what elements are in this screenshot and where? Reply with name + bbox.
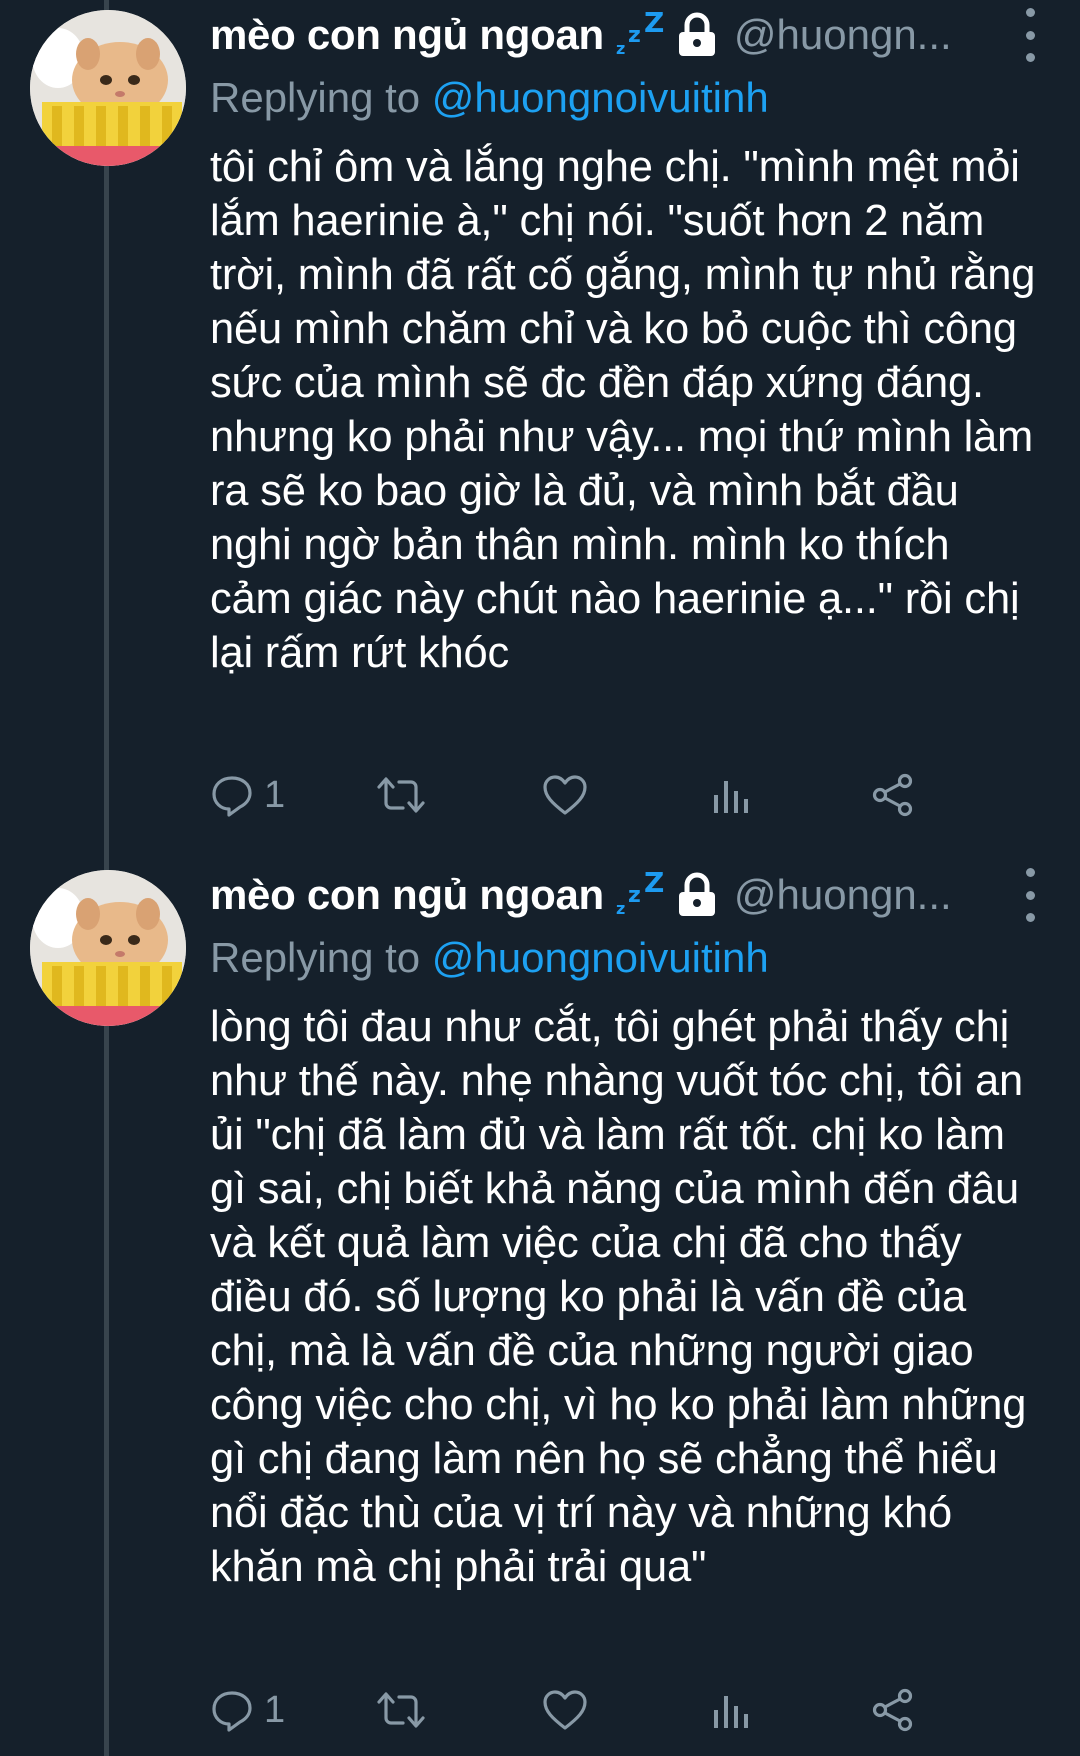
share-button[interactable]	[870, 1680, 916, 1740]
display-name[interactable]: mèo con ngủ ngoan	[210, 871, 604, 919]
tweet-text: tôi chỉ ôm và lắng nghe chị. "mình mệt m…	[210, 143, 1036, 677]
tweet-content: mèo con ngủ ngoan z z Z @huongn... Reply…	[210, 860, 1050, 1732]
like-icon	[543, 1690, 587, 1730]
user-handle[interactable]: @huongn...	[734, 871, 952, 919]
zzz-icon: z z Z	[614, 866, 668, 920]
svg-text:z: z	[616, 899, 625, 918]
lock-icon	[674, 10, 720, 60]
more-dot	[1025, 53, 1035, 62]
share-icon	[872, 1688, 913, 1732]
replying-to-label: Replying to	[210, 934, 421, 981]
retweet-icon	[377, 777, 425, 813]
analytics-button[interactable]	[710, 1680, 750, 1740]
display-name[interactable]: mèo con ngủ ngoan	[210, 11, 604, 59]
lock-icon	[674, 870, 720, 920]
more-dot	[1025, 890, 1035, 900]
analytics-icon	[714, 781, 748, 813]
svg-text:Z: Z	[644, 870, 664, 899]
zzz-icon: z z Z	[614, 6, 668, 60]
tweet-content: mèo con ngủ ngoan z z Z @huongn... Reply…	[210, 0, 1050, 817]
avatar-image	[30, 870, 186, 1026]
more-options-icon[interactable]	[1010, 868, 1050, 922]
analytics-icon	[714, 1696, 748, 1728]
like-button[interactable]	[542, 765, 588, 825]
more-dot	[1025, 868, 1035, 877]
like-icon	[543, 775, 587, 815]
tweet-header: mèo con ngủ ngoan z z Z @huongn...	[210, 0, 1050, 70]
more-dot	[1025, 913, 1035, 922]
replying-to: Replying to @huongnoivuitinh	[210, 930, 1050, 986]
svg-text:z: z	[616, 39, 625, 58]
tweet-actions: 1	[210, 1680, 1010, 1740]
avatar[interactable]	[30, 870, 186, 1026]
svg-text:Z: Z	[644, 10, 664, 39]
share-button[interactable]	[870, 765, 916, 825]
svg-text:z: z	[628, 23, 641, 48]
reply-count: 1	[264, 1688, 286, 1731]
retweet-button[interactable]	[375, 765, 427, 825]
replying-to-label: Replying to	[210, 74, 421, 121]
analytics-button[interactable]	[710, 765, 750, 825]
tweet-text: lòng tôi đau như cắt, tôi ghét phải thấy…	[210, 1003, 1027, 1591]
tweet-actions: 1	[210, 765, 1010, 825]
reply-button[interactable]: 1	[210, 765, 285, 825]
retweet-button[interactable]	[375, 1680, 427, 1740]
user-handle[interactable]: @huongn...	[734, 11, 952, 59]
tweet-header: mèo con ngủ ngoan z z Z @huongn...	[210, 860, 1050, 930]
tweet[interactable]: mèo con ngủ ngoan z z Z @huongn... Reply…	[0, 860, 1080, 1756]
reply-icon	[212, 1691, 252, 1732]
replying-to: Replying to @huongnoivuitinh	[210, 70, 1050, 126]
avatar[interactable]	[30, 10, 186, 166]
reply-count: 1	[264, 773, 286, 816]
svg-text:z: z	[628, 883, 641, 908]
retweet-icon	[377, 1692, 425, 1728]
reply-button[interactable]: 1	[210, 1680, 285, 1740]
more-dot	[1025, 8, 1035, 17]
like-button[interactable]	[542, 1680, 588, 1740]
replying-to-mention[interactable]: @huongnoivuitinh	[432, 934, 769, 981]
avatar-image	[30, 10, 186, 166]
tweet[interactable]: mèo con ngủ ngoan z z Z @huongn... Reply…	[0, 0, 1080, 860]
more-options-icon[interactable]	[1010, 8, 1050, 62]
share-icon	[872, 773, 913, 817]
more-dot	[1025, 30, 1035, 40]
reply-icon	[212, 776, 252, 817]
replying-to-mention[interactable]: @huongnoivuitinh	[432, 74, 769, 121]
